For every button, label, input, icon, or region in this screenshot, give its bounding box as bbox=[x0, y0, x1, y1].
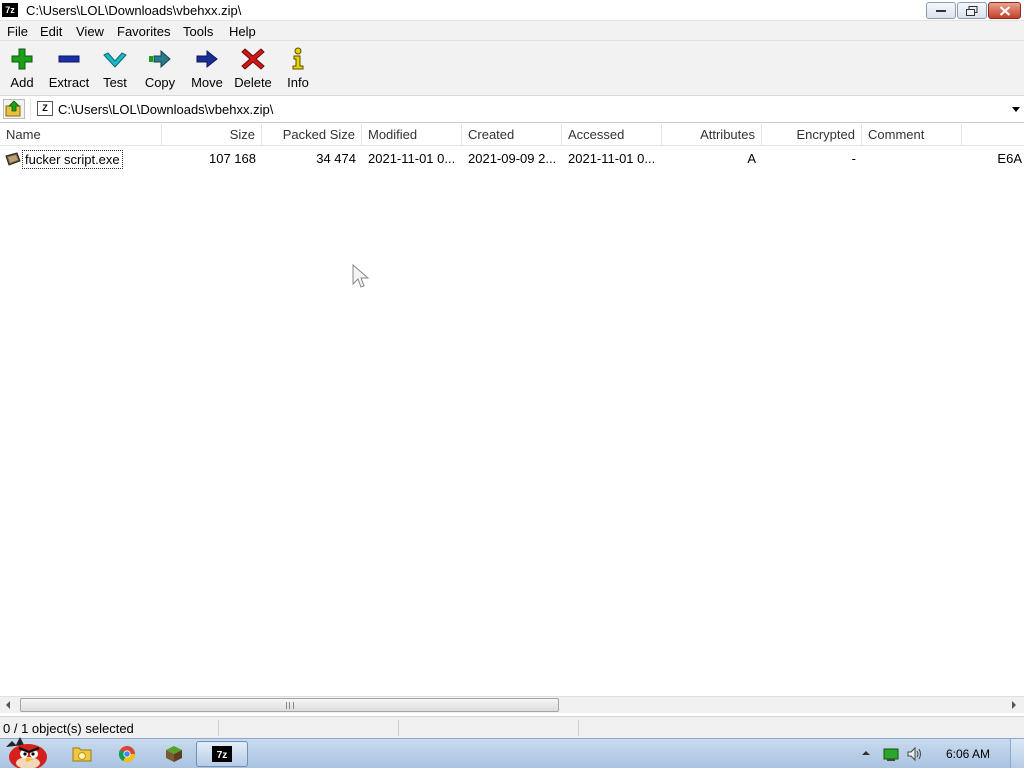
col-size[interactable]: Size bbox=[162, 124, 262, 146]
test-button[interactable]: Test bbox=[98, 44, 132, 92]
title-bar: 7z C:\Users\LOL\Downloads\vbehxx.zip\ bbox=[0, 0, 1024, 21]
move-arrow-icon bbox=[196, 49, 218, 69]
delete-button[interactable]: Delete bbox=[232, 44, 274, 92]
col-modified[interactable]: Modified bbox=[362, 124, 462, 146]
close-button[interactable] bbox=[988, 2, 1021, 19]
start-button-angry-bird-icon[interactable] bbox=[2, 733, 50, 768]
menu-view[interactable]: View bbox=[76, 24, 104, 39]
menu-edit[interactable]: Edit bbox=[40, 24, 62, 39]
menu-favorites[interactable]: Favorites bbox=[117, 24, 170, 39]
horizontal-scrollbar[interactable] bbox=[0, 696, 1024, 713]
clock[interactable]: 6:06 AM bbox=[946, 747, 990, 761]
cell-comment bbox=[862, 149, 962, 169]
folder-up-icon bbox=[5, 100, 21, 117]
add-icon bbox=[11, 48, 33, 70]
cell-size: 107 168 bbox=[209, 151, 256, 166]
col-comment[interactable]: Comment bbox=[862, 124, 962, 146]
scroll-thumb[interactable] bbox=[20, 698, 559, 712]
col-attributes[interactable]: Attributes bbox=[662, 124, 762, 146]
menu-bar: File Edit View Favorites Tools Help bbox=[0, 21, 1024, 41]
up-folder-button[interactable] bbox=[3, 99, 25, 119]
add-button[interactable]: Add bbox=[5, 44, 39, 92]
col-packed-size[interactable]: Packed Size bbox=[262, 124, 362, 146]
extract-label: Extract bbox=[48, 75, 90, 90]
network-icon[interactable] bbox=[883, 746, 899, 762]
window-title: C:\Users\LOL\Downloads\vbehxx.zip\ bbox=[26, 3, 242, 18]
restore-icon bbox=[966, 5, 978, 16]
menu-file[interactable]: File bbox=[7, 24, 28, 39]
info-icon bbox=[292, 47, 304, 70]
tray-expand-icon[interactable] bbox=[861, 749, 871, 757]
cell-encrypted: - bbox=[851, 151, 856, 166]
add-label: Add bbox=[10, 75, 34, 90]
scroll-left-icon[interactable] bbox=[0, 697, 17, 713]
status-divider bbox=[218, 720, 219, 736]
status-bar: 0 / 1 object(s) selected bbox=[0, 716, 1024, 738]
info-label: Info bbox=[287, 75, 309, 90]
delete-label: Delete bbox=[234, 75, 272, 90]
toolbar: Add Extract Test Copy Move Delete Info bbox=[0, 41, 1024, 96]
cell-modified: 2021-11-01 0... bbox=[368, 151, 456, 166]
minimize-icon bbox=[936, 9, 946, 12]
address-path: C:\Users\LOL\Downloads\vbehxx.zip\ bbox=[58, 102, 274, 117]
file-list[interactable]: fucker script.exe 107 168 34 474 2021-11… bbox=[0, 147, 1024, 696]
7zip-app-icon[interactable]: 7z bbox=[2, 3, 18, 17]
zip-archive-icon: Z bbox=[37, 101, 53, 116]
cell-crc: E6A bbox=[997, 151, 1022, 166]
move-button[interactable]: Move bbox=[188, 44, 226, 92]
close-icon bbox=[999, 5, 1010, 16]
checkmark-icon bbox=[103, 52, 127, 68]
cell-attributes: A bbox=[747, 151, 756, 166]
move-label: Move bbox=[191, 75, 223, 90]
svg-text:7z: 7z bbox=[217, 750, 228, 761]
column-header: Name Size Packed Size Modified Created A… bbox=[0, 124, 1024, 146]
cell-created: 2021-09-09 2... bbox=[468, 151, 557, 166]
cell-accessed: 2021-11-01 0... bbox=[568, 151, 656, 166]
address-bar: Z C:\Users\LOL\Downloads\vbehxx.zip\ bbox=[0, 96, 1024, 123]
taskbar-chrome[interactable] bbox=[101, 741, 153, 767]
file-name[interactable]: fucker script.exe bbox=[22, 150, 123, 169]
grass-block-icon bbox=[166, 746, 182, 762]
7zip-icon: 7z bbox=[212, 746, 232, 762]
cell-packed-size: 34 474 bbox=[316, 151, 356, 166]
chrome-icon bbox=[118, 746, 136, 763]
folder-icon bbox=[72, 747, 92, 762]
test-label: Test bbox=[103, 75, 127, 90]
copy-arrow-icon bbox=[149, 49, 171, 69]
volume-icon[interactable] bbox=[906, 746, 922, 762]
copy-button[interactable]: Copy bbox=[142, 44, 178, 92]
col-created[interactable]: Created bbox=[462, 124, 562, 146]
taskbar-minecraft[interactable] bbox=[148, 741, 200, 767]
col-accessed[interactable]: Accessed bbox=[562, 124, 662, 146]
status-divider bbox=[578, 720, 579, 736]
status-divider bbox=[398, 720, 399, 736]
address-field[interactable]: Z C:\Users\LOL\Downloads\vbehxx.zip\ bbox=[30, 98, 1024, 120]
mouse-pointer-icon bbox=[352, 264, 370, 288]
copy-label: Copy bbox=[144, 75, 176, 90]
col-name[interactable]: Name bbox=[0, 124, 162, 146]
show-desktop-button[interactable] bbox=[1010, 739, 1024, 768]
scroll-right-icon[interactable] bbox=[1005, 697, 1022, 713]
minus-icon bbox=[58, 55, 80, 63]
restore-button[interactable] bbox=[957, 2, 987, 19]
grip-icon bbox=[285, 702, 294, 709]
menu-tools[interactable]: Tools bbox=[183, 24, 213, 39]
col-encrypted[interactable]: Encrypted bbox=[762, 124, 862, 146]
taskbar-7zip[interactable]: 7z bbox=[196, 741, 248, 767]
col-crc[interactable] bbox=[962, 124, 1024, 146]
chevron-down-icon[interactable] bbox=[1010, 102, 1022, 116]
info-button[interactable]: Info bbox=[284, 44, 312, 92]
menu-help[interactable]: Help bbox=[229, 24, 256, 39]
table-row[interactable]: fucker script.exe 107 168 34 474 2021-11… bbox=[0, 149, 1024, 169]
extract-button[interactable]: Extract bbox=[46, 44, 92, 92]
taskbar: 7z 6:06 AM bbox=[0, 737, 1024, 768]
minimize-button[interactable] bbox=[926, 2, 956, 19]
exe-file-icon bbox=[5, 152, 21, 166]
delete-x-icon bbox=[241, 48, 265, 70]
